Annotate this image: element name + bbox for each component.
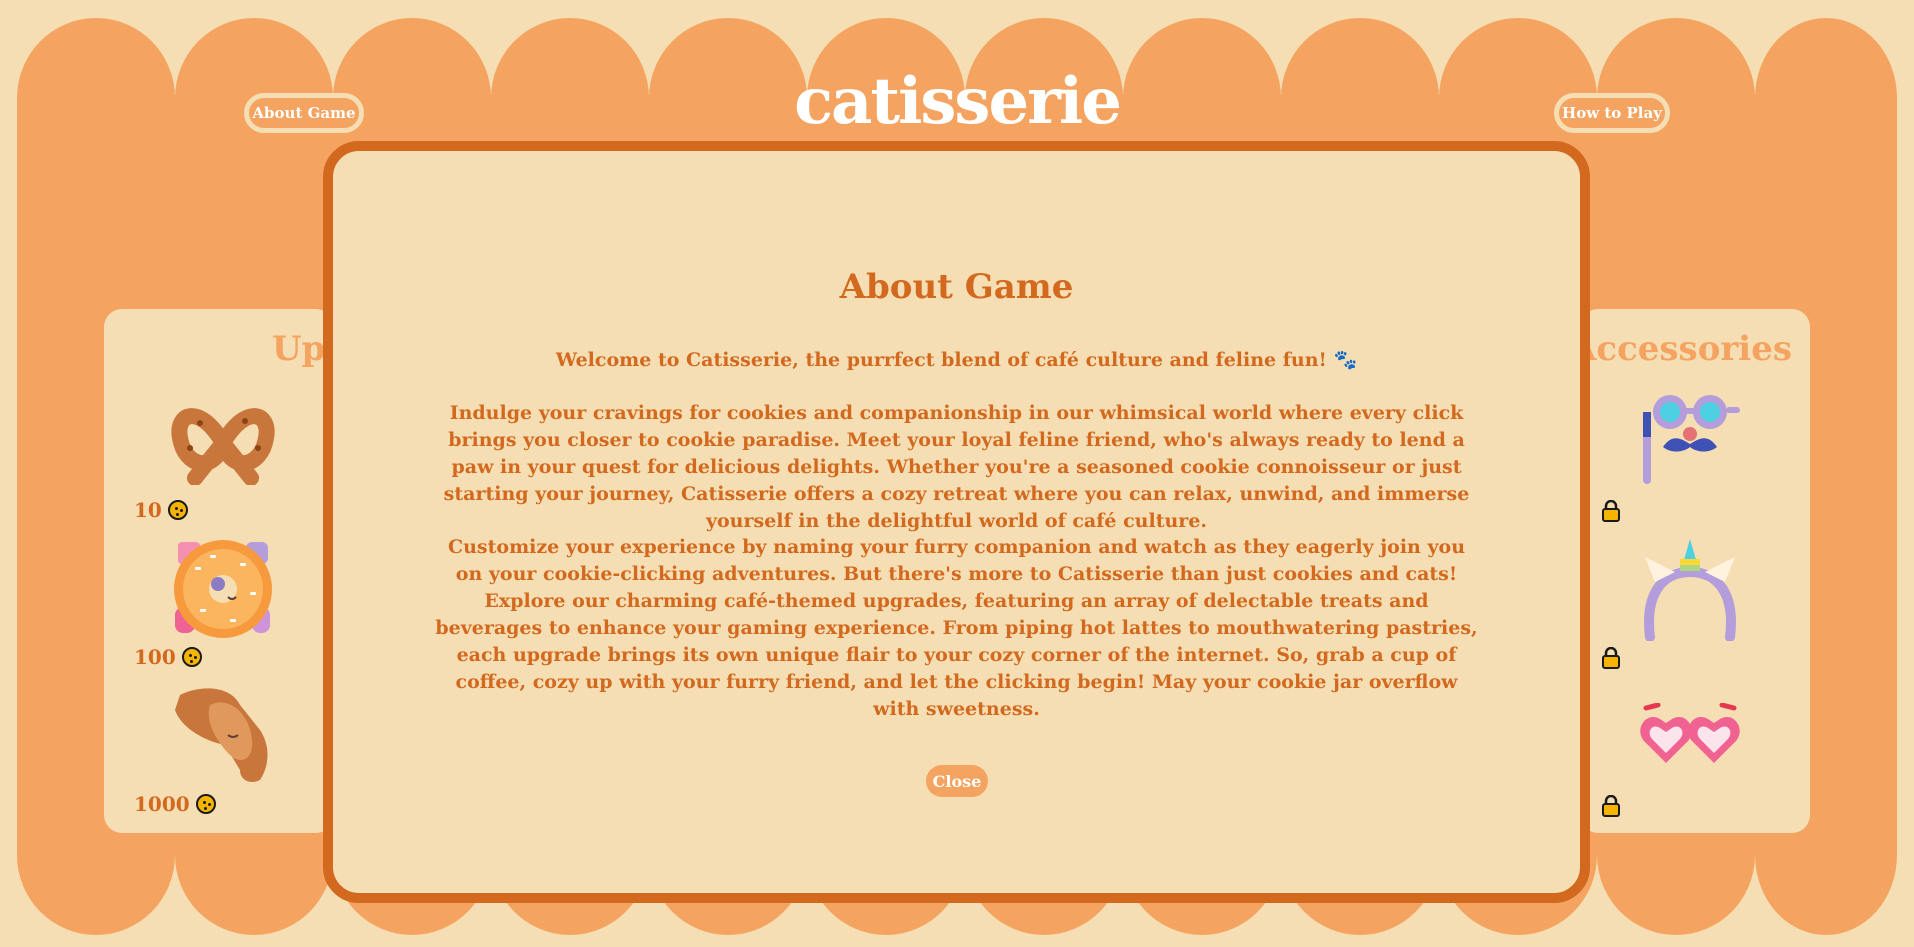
- upgrade-price: 1000: [134, 792, 216, 816]
- about-game-modal: About Game Welcome to Catisserie, the pu…: [323, 141, 1590, 903]
- close-button[interactable]: Close: [926, 765, 988, 797]
- how-to-play-button[interactable]: How to Play: [1554, 93, 1670, 133]
- heart-glasses-icon[interactable]: [1638, 703, 1742, 769]
- unicorn-headband-icon[interactable]: [1640, 537, 1740, 641]
- pretzel-icon[interactable]: [170, 393, 276, 485]
- modal-paragraph: Customize your experience by naming your…: [435, 536, 1478, 720]
- modal-welcome-text: Welcome to Catisserie, the purrfect blen…: [555, 349, 1358, 371]
- upgrade-price-value: 10: [134, 498, 162, 522]
- modal-title: About Game: [839, 267, 1074, 307]
- upgrade-price-value: 100: [134, 645, 176, 669]
- upgrade-price: 10: [134, 498, 188, 522]
- upgrade-price: 100: [134, 645, 202, 669]
- accessories-heading: Accessories: [1570, 329, 1792, 369]
- lock-icon: [1602, 500, 1620, 522]
- party-glasses-icon[interactable]: [1638, 392, 1742, 488]
- donut-icon[interactable]: [170, 537, 276, 641]
- upgrade-price-value: 1000: [134, 792, 190, 816]
- modal-paragraph: Indulge your cravings for cookies and co…: [443, 402, 1470, 532]
- cookie-coin-icon: [181, 647, 202, 667]
- cookie-coin-icon: [195, 794, 216, 814]
- croissant-icon[interactable]: [170, 685, 276, 787]
- cookie-coin-icon: [167, 500, 188, 520]
- lock-icon: [1602, 647, 1620, 669]
- lock-icon: [1602, 795, 1620, 817]
